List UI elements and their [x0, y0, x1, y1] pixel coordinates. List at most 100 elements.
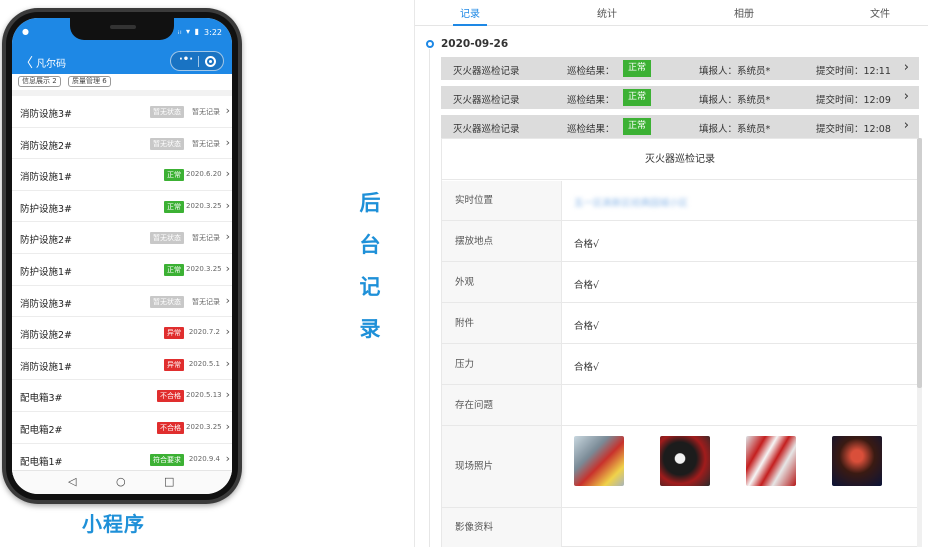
detail-row: 现场照片 — [442, 426, 918, 508]
facility-name: 消防设施3# — [20, 298, 73, 310]
tab-statistics[interactable]: 统计 — [577, 5, 637, 20]
last-record-date: 2020.3.25 — [186, 264, 222, 273]
capsule-menu: ·•· — [170, 51, 224, 71]
status-time: 3:22 — [204, 28, 222, 37]
category-chips: 信息展示 2 质量管理 6 — [12, 74, 232, 90]
last-record-date: 2020.3.25 — [186, 201, 222, 210]
detail-row: 影像资料 — [442, 508, 918, 547]
detail-row: 摆放地点 合格√ — [442, 221, 918, 262]
site-photo[interactable] — [746, 436, 796, 486]
list-item[interactable]: 消防设施3# 暂无状态 暂无记录 › — [12, 285, 232, 318]
side-caption-char: 台 — [359, 233, 381, 257]
detail-row: 实时位置 五一区高新区经典园城小区 — [442, 181, 918, 221]
signal-icons: ᵢₗ ▾ ▮ — [177, 27, 200, 36]
list-item[interactable]: 消防设施1# 异常 2020.5.1 › — [12, 348, 232, 381]
chevron-right-icon: › — [225, 388, 230, 402]
page-root: ● ᵢₗ ▾ ▮ 3:22 〈 凡尔码 ·•· 信息展示 2 质量管理 6 消防… — [0, 0, 928, 547]
scrollbar-thumb[interactable] — [917, 138, 922, 388]
list-item[interactable]: 消防设施3# 暂无状态 暂无记录 › — [12, 96, 232, 128]
status-badge: 异常 — [164, 358, 184, 371]
facility-name: 防护设施3# — [20, 203, 73, 215]
detail-value: 合格√ — [574, 361, 600, 373]
submit-time: 提交时间：12:08 — [816, 124, 891, 135]
result-label: 巡检结果： — [567, 66, 615, 77]
last-record-date: 2020.3.25 — [186, 422, 222, 431]
status-badge: 暂无状态 — [150, 295, 184, 308]
status-badge: 不合格 — [157, 390, 184, 403]
result-badge: 正常 — [623, 89, 652, 106]
site-photo[interactable] — [832, 436, 882, 486]
record-title: 灭火器巡检记录 — [453, 95, 520, 106]
list-item[interactable]: 防护设施2# 暂无状态 暂无记录 › — [12, 222, 232, 254]
chevron-right-icon: › — [225, 198, 230, 212]
location-value: 五一区高新区经典园城小区 — [574, 198, 689, 209]
list-item[interactable]: 防护设施1# 正常 2020.3.25 › — [12, 253, 232, 286]
timeline-line — [429, 49, 430, 547]
list-item[interactable]: 配电箱3# 不合格 2020.5.13 › — [12, 380, 232, 412]
page-title: 凡尔码 — [36, 59, 66, 70]
reporter: 填报人：系统员* — [699, 95, 771, 106]
chevron-right-icon: › — [225, 261, 230, 275]
detail-label: 实时位置 — [442, 181, 562, 220]
chip-info-display[interactable]: 信息展示 2 — [18, 76, 61, 87]
chip-quality-management[interactable]: 质量管理 6 — [68, 76, 111, 87]
record-detail: 灭火器巡检记录 实时位置 五一区高新区经典园城小区 摆放地点 合格√ 外观 合格√ 附件 合格… — [441, 138, 919, 547]
back-icon[interactable]: 〈 — [20, 52, 33, 71]
last-record-date: 暂无记录 — [192, 234, 220, 243]
tab-records[interactable]: 记录 — [440, 5, 500, 20]
last-record-date: 2020.6.20 — [186, 170, 222, 179]
list-item[interactable]: 消防设施2# 暂无状态 暂无记录 › — [12, 127, 232, 160]
status-badge: 正常 — [164, 200, 184, 213]
more-icon[interactable]: ·•· — [179, 54, 193, 65]
chevron-right-icon: › — [903, 89, 909, 104]
result-badge: 正常 — [623, 118, 652, 135]
record-row[interactable]: 灭火器巡检记录 巡检结果： 正常 填报人：系统员* 提交时间：12:09 › — [441, 86, 919, 109]
facility-list: 消防设施3# 暂无状态 暂无记录 › 消防设施2# 暂无状态 暂无记录 › 消防设施1# 正常 20… — [12, 96, 232, 476]
status-badge: 符合要求 — [150, 453, 184, 466]
record-title: 灭火器巡检记录 — [453, 66, 520, 77]
list-item[interactable]: 配电箱2# 不合格 2020.3.25 › — [12, 411, 232, 444]
back-key-icon[interactable]: ◁ — [68, 475, 76, 488]
reporter: 填报人：系统员* — [699, 66, 771, 77]
home-key-icon[interactable]: ○ — [116, 475, 126, 488]
recent-key-icon[interactable]: □ — [164, 475, 174, 488]
side-caption-char: 记 — [359, 275, 381, 299]
last-record-date: 2020.5.13 — [186, 391, 222, 400]
detail-title: 灭火器巡检记录 — [442, 139, 918, 180]
chevron-right-icon: › — [225, 230, 230, 244]
record-row[interactable]: 灭火器巡检记录 巡检结果： 正常 填报人：系统员* 提交时间：12:11 › — [441, 57, 919, 80]
facility-name: 消防设施3# — [20, 109, 73, 120]
admin-tabs: 记录 统计 相册 文件 — [415, 0, 928, 26]
result-label: 巡检结果： — [567, 124, 615, 135]
status-indicator: ● — [22, 27, 29, 36]
active-tab-indicator — [453, 24, 487, 26]
detail-label: 影像资料 — [442, 508, 562, 547]
site-photo[interactable] — [660, 436, 710, 486]
record-title: 灭火器巡检记录 — [453, 124, 520, 135]
last-record-date: 2020.9.4 — [188, 454, 220, 463]
last-record-date: 2020.7.2 — [188, 328, 220, 337]
side-caption: 后 台 记 录 — [356, 182, 384, 350]
list-item[interactable]: 防护设施3# 正常 2020.3.25 › — [12, 190, 232, 223]
last-record-date: 暂无记录 — [192, 139, 220, 148]
list-item[interactable]: 消防设施1# 正常 2020.6.20 › — [12, 159, 232, 191]
list-item[interactable]: 消防设施2# 异常 2020.7.2 › — [12, 317, 232, 349]
phone-caption: 小程序 — [82, 512, 145, 536]
capsule-divider — [198, 56, 199, 67]
close-miniprogram-icon[interactable] — [205, 56, 216, 67]
tab-files[interactable]: 文件 — [850, 5, 910, 20]
last-record-date: 暂无记录 — [192, 297, 220, 306]
record-row[interactable]: 灭火器巡检记录 巡检结果： 正常 填报人：系统员* 提交时间：12:08 › — [441, 115, 919, 138]
chevron-right-icon: › — [903, 118, 909, 133]
chevron-right-icon: › — [225, 325, 230, 339]
facility-name: 配电箱3# — [20, 393, 63, 405]
detail-label: 摆放地点 — [442, 221, 562, 261]
last-record-date: 暂无记录 — [192, 108, 220, 116]
site-photo[interactable] — [574, 436, 624, 486]
detail-label: 存在问题 — [442, 385, 562, 425]
detail-scrollbar[interactable] — [917, 138, 922, 547]
status-badge: 正常 — [164, 263, 184, 276]
tab-album[interactable]: 相册 — [714, 5, 774, 20]
submit-time: 提交时间：12:11 — [816, 66, 891, 77]
timeline-dot-icon — [426, 40, 434, 48]
